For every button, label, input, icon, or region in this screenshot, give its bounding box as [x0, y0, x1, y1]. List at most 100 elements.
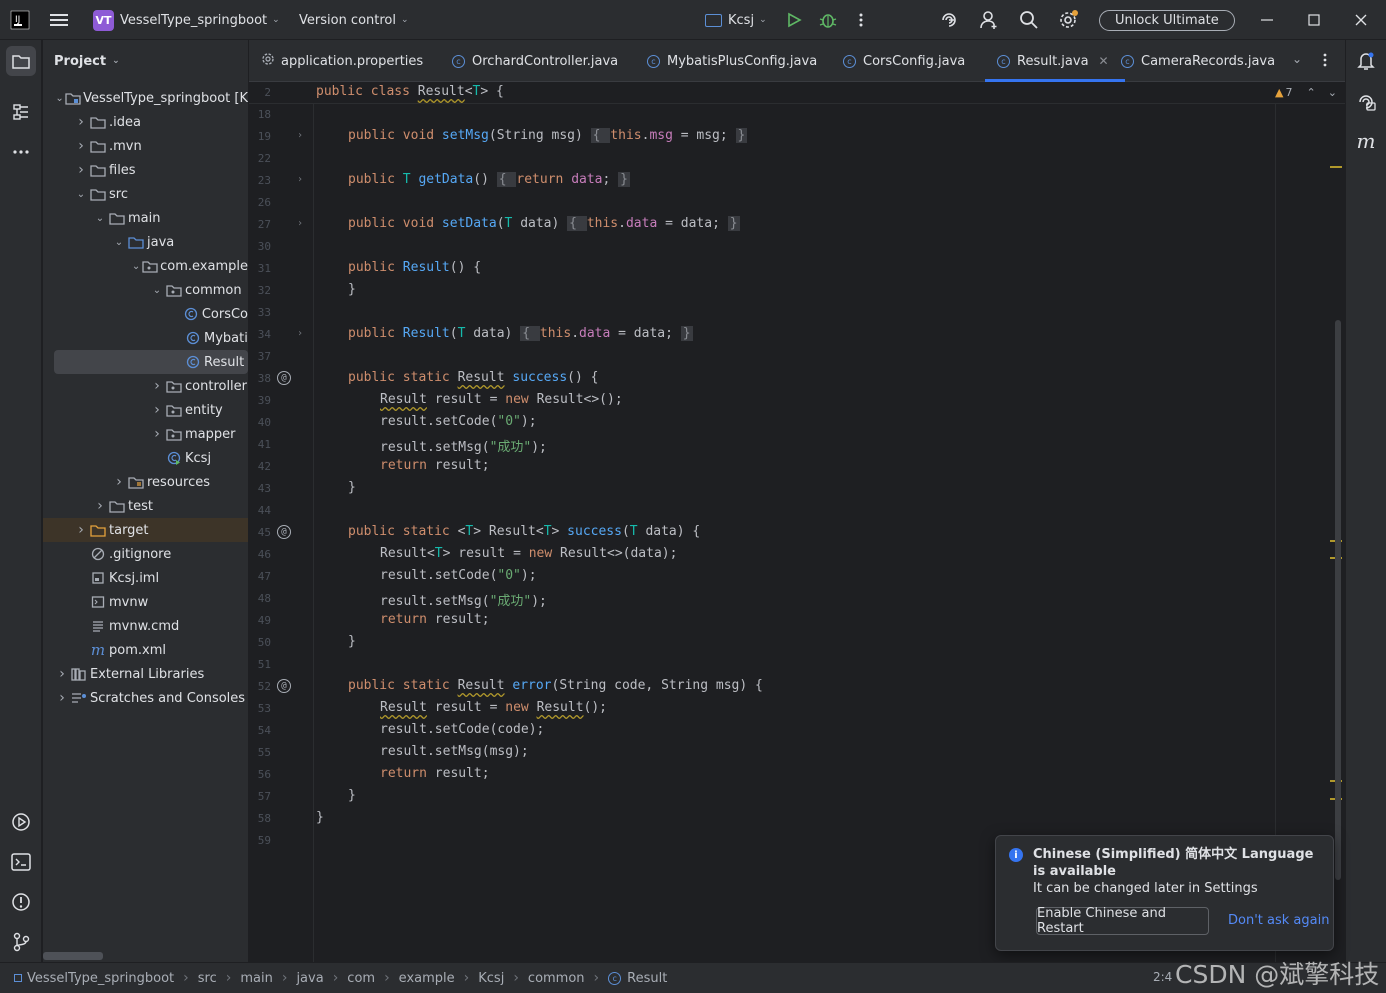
tree-item[interactable]: › Scratches and Consoles	[43, 686, 248, 710]
add-user-icon[interactable]	[979, 0, 999, 40]
chevron-right-icon[interactable]: ›	[73, 162, 89, 178]
tree-item[interactable]: ⌄ com.example	[43, 254, 248, 278]
tree-item[interactable]: › controller	[43, 374, 248, 398]
usages-at-icon[interactable]: @	[277, 371, 291, 385]
tree-item[interactable]: › test	[43, 494, 248, 518]
tree-item[interactable]: ⌄ common	[43, 278, 248, 302]
chevron-right-icon[interactable]: ›	[111, 474, 127, 490]
chevron-down-icon[interactable]: ⌄	[73, 189, 89, 200]
breadcrumb-item[interactable]: VesselType_springboot	[27, 971, 174, 986]
tree-item[interactable]: › target	[43, 518, 248, 542]
tree-item[interactable]: › External Libraries	[43, 662, 248, 686]
editor-tab[interactable]: c CorsConfig.java	[843, 40, 965, 82]
maven-icon[interactable]: m	[1351, 126, 1381, 156]
tree-item[interactable]: ⌄ VesselType_springboot [K	[43, 86, 248, 110]
debug-icon[interactable]	[819, 0, 837, 40]
breadcrumb-item[interactable]: Kcsj	[478, 971, 504, 986]
fold-chevron-icon[interactable]: ›	[297, 130, 303, 141]
project-panel-header[interactable]: Project ⌄	[43, 40, 248, 82]
editor-tab[interactable]: c Result.java ✕	[985, 40, 1125, 82]
tree-item[interactable]: Result	[54, 350, 248, 374]
enable-chinese-button[interactable]: Enable Chinese and Restart	[1036, 906, 1209, 936]
project-selector[interactable]: VT VesselType_springboot ⌄	[93, 0, 280, 40]
chevron-right-icon[interactable]: ›	[149, 378, 165, 394]
editor-tab[interactable]: c CameraRecords.java	[1121, 40, 1275, 82]
dont-ask-again-link[interactable]: Don't ask again	[1228, 913, 1329, 928]
tree-item[interactable]: › .idea	[43, 110, 248, 134]
caret-position[interactable]: 2:4	[1153, 970, 1172, 984]
chevron-right-icon[interactable]: ›	[149, 402, 165, 418]
tree-item[interactable]: › mapper	[43, 422, 248, 446]
breadcrumb-item[interactable]: example	[399, 971, 455, 986]
chevron-right-icon[interactable]: ›	[73, 522, 89, 538]
fold-chevron-icon[interactable]: ›	[297, 174, 303, 185]
main-menu-icon[interactable]	[50, 0, 68, 40]
code-editor[interactable]: 2 18 19 22 23 26 27 30 31 32 33 34 37 38 39 40 41 42 43 44 4…	[249, 82, 1345, 962]
chevron-right-icon[interactable]: ›	[92, 498, 108, 514]
tree-item[interactable]: m pom.xml	[43, 638, 248, 662]
usages-at-icon[interactable]: @	[277, 679, 291, 693]
fold-chevron-icon[interactable]: ›	[297, 328, 303, 339]
maximize-icon[interactable]	[1308, 0, 1320, 40]
vertical-scrollbar[interactable]	[1335, 320, 1341, 880]
tree-item[interactable]: Kcsj.iml	[43, 566, 248, 590]
breadcrumb-item[interactable]: common	[528, 971, 585, 986]
tree-item[interactable]: ⌄ java	[43, 230, 248, 254]
breadcrumb-item[interactable]: main	[240, 971, 272, 986]
fold-chevron-icon[interactable]: ›	[297, 218, 303, 229]
tree-item[interactable]: › resources	[43, 470, 248, 494]
project-tool-folder-icon[interactable]	[6, 46, 36, 76]
close-icon[interactable]	[1355, 0, 1367, 40]
horizontal-scrollbar[interactable]	[43, 952, 103, 960]
chevron-right-icon[interactable]: ›	[54, 690, 70, 706]
tabs-more-icon[interactable]	[1322, 52, 1328, 72]
chevron-right-icon[interactable]: ›	[73, 114, 89, 130]
tree-item[interactable]: ⌄ main	[43, 206, 248, 230]
tree-item[interactable]: › files	[43, 158, 248, 182]
services-icon[interactable]	[6, 807, 36, 837]
inspection-widget[interactable]: ▲ 7 ⌃ ⌄	[1275, 86, 1337, 99]
minimize-icon[interactable]	[1261, 0, 1273, 40]
breadcrumb-item[interactable]: java	[296, 971, 323, 986]
tree-item[interactable]: › .mvn	[43, 134, 248, 158]
search-icon[interactable]	[1019, 0, 1039, 40]
git-branch-icon[interactable]	[6, 927, 36, 957]
editor-tab[interactable]: application.properties	[261, 40, 423, 82]
terminal-icon[interactable]	[6, 847, 36, 877]
breadcrumb-item[interactable]: src	[198, 971, 217, 986]
notifications-bell-icon[interactable]	[1351, 46, 1381, 76]
tree-item[interactable]: mvnw	[43, 590, 248, 614]
tree-item[interactable]: CorsCo	[43, 302, 248, 326]
tree-item[interactable]: Mybati	[43, 326, 248, 350]
next-highlight-icon[interactable]: ⌄	[1328, 86, 1337, 99]
previous-highlight-icon[interactable]: ⌃	[1306, 86, 1315, 99]
chevron-down-icon[interactable]: ⌄	[92, 213, 108, 224]
run-config-selector[interactable]: Kcsj ⌄	[705, 0, 767, 40]
more-tools-icon[interactable]	[6, 137, 36, 167]
editor-tab[interactable]: c MybatisPlusConfig.java	[647, 40, 817, 82]
tree-item[interactable]: mvnw.cmd	[43, 614, 248, 638]
ai-chat-icon[interactable]	[1351, 87, 1381, 117]
chevron-down-icon[interactable]: ⌄	[54, 93, 65, 104]
breadcrumb-item[interactable]: Result	[627, 971, 667, 986]
run-icon[interactable]	[786, 0, 802, 40]
problems-icon[interactable]	[6, 887, 36, 917]
tree-item[interactable]: › entity	[43, 398, 248, 422]
usages-at-icon[interactable]: @	[277, 525, 291, 539]
chevron-right-icon[interactable]: ›	[54, 666, 70, 682]
structure-icon[interactable]	[6, 97, 36, 127]
chevron-right-icon[interactable]: ›	[73, 138, 89, 154]
chevron-down-icon[interactable]: ⌄	[149, 285, 165, 296]
settings-gear-icon[interactable]	[1058, 0, 1080, 40]
tree-item[interactable]: Kcsj	[43, 446, 248, 470]
chevron-down-icon[interactable]: ⌄	[111, 237, 127, 248]
editor-tab[interactable]: c OrchardController.java	[452, 40, 618, 82]
ai-assistant-icon[interactable]	[939, 0, 959, 40]
close-tab-icon[interactable]: ✕	[1099, 54, 1109, 68]
chevron-right-icon[interactable]: ›	[149, 426, 165, 442]
tabs-dropdown-chevron-icon[interactable]: ⌄	[1292, 52, 1302, 66]
chevron-down-icon[interactable]: ⌄	[130, 261, 142, 272]
more-actions-icon[interactable]	[858, 0, 864, 40]
breadcrumb-item[interactable]: com	[347, 971, 375, 986]
app-logo-icon[interactable]: IJ	[10, 0, 30, 40]
